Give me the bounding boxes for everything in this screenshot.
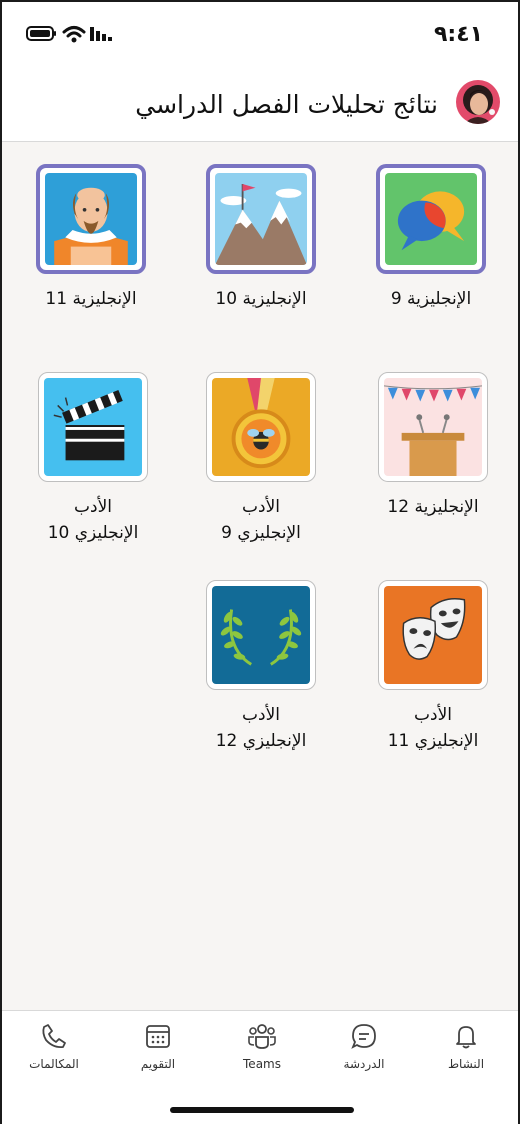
tab-label: Teams: [243, 1057, 281, 1071]
tab-chat[interactable]: الدردشة: [324, 1021, 404, 1071]
phone-icon: [42, 1024, 66, 1049]
class-label: الإنجليزية 9: [390, 289, 472, 309]
chat-bubbles-art: [385, 173, 477, 265]
class-tile-literature-11[interactable]: [378, 580, 488, 690]
class-tile-english-10[interactable]: [206, 164, 316, 274]
shakespeare-art: [45, 173, 137, 265]
status-icons: [26, 24, 118, 48]
tab-teams[interactable]: Teams: [222, 1021, 302, 1071]
tab-calls[interactable]: المكالمات: [14, 1021, 94, 1071]
home-indicator: [170, 1107, 354, 1113]
class-label: الإنجليزية 11: [45, 289, 137, 309]
theater-masks-art: [384, 586, 482, 684]
clapperboard-art: [44, 378, 142, 476]
mountain-flag-art: [215, 173, 307, 265]
class-label: الإنجليزية 12: [387, 497, 479, 517]
tab-label: الدردشة: [343, 1057, 385, 1071]
chat-icon: [351, 1024, 376, 1049]
status-time: ٩:٤١: [434, 22, 484, 47]
app-frame: ٩:٤١ نتائج تحليلات الفصل الدراسي الإنجلي…: [0, 0, 520, 1124]
podium-art: [384, 378, 482, 476]
bell-icon: [456, 1026, 476, 1049]
page-header: نتائج تحليلات الفصل الدراسي: [2, 62, 518, 142]
tab-label: المكالمات: [29, 1057, 79, 1071]
medal-art: [212, 378, 310, 476]
page-title: نتائج تحليلات الفصل الدراسي: [135, 90, 438, 119]
class-label: الأدب الإنجليزي 9: [221, 497, 301, 543]
class-tile-literature-12[interactable]: [206, 580, 316, 690]
tab-activity[interactable]: النشاط: [426, 1021, 506, 1071]
class-tile-literature-10[interactable]: [38, 372, 148, 482]
laurel-art: [212, 586, 310, 684]
tab-label: التقويم: [140, 1057, 176, 1071]
class-tile-english-12[interactable]: [378, 372, 488, 482]
class-label: الأدب الإنجليزي 12: [215, 705, 307, 751]
battery-wifi-signal-icon: [26, 26, 112, 43]
status-bar: ٩:٤١: [2, 2, 518, 62]
class-tile-english-11[interactable]: [36, 164, 146, 274]
tab-calendar[interactable]: التقويم: [118, 1021, 198, 1071]
class-label: الأدب الإنجليزي 11: [387, 705, 479, 751]
class-tile-english-9[interactable]: [376, 164, 486, 274]
class-label: الإنجليزية 10: [215, 289, 307, 309]
teams-icon: [248, 1024, 276, 1049]
class-tile-literature-9[interactable]: [206, 372, 316, 482]
avatar[interactable]: [456, 80, 500, 124]
class-label: الأدب الإنجليزي 10: [47, 497, 139, 543]
tab-label: النشاط: [447, 1057, 485, 1071]
calendar-icon: [146, 1025, 170, 1048]
